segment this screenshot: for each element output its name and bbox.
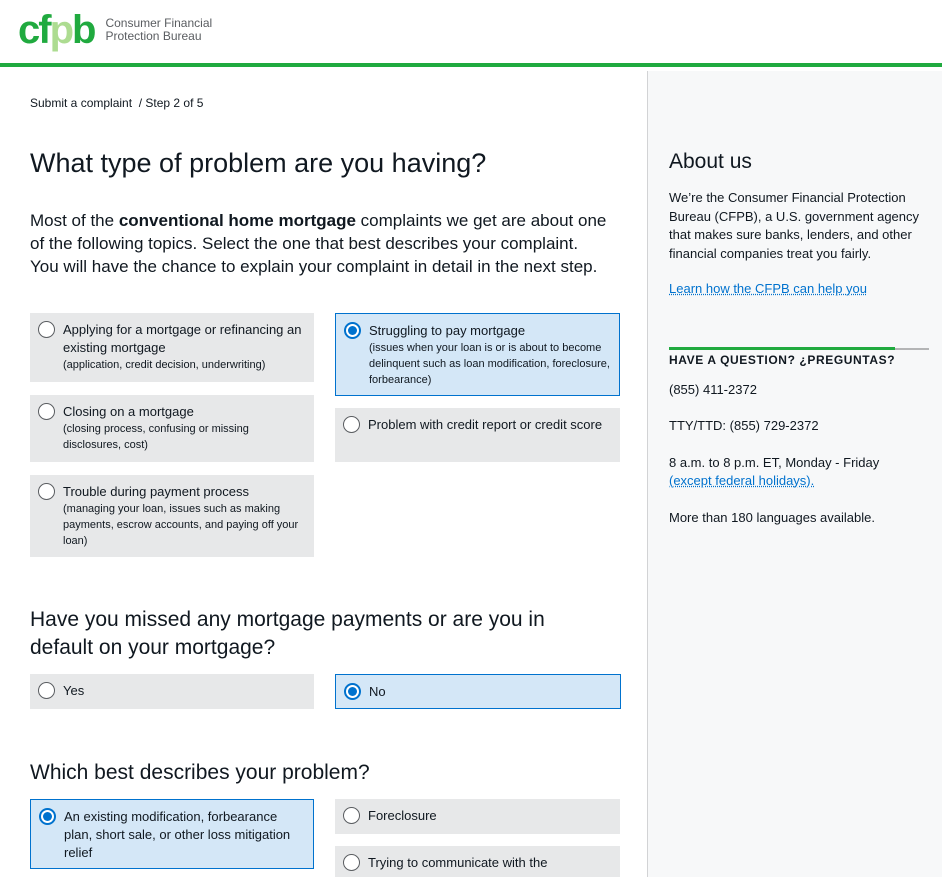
option-label: No xyxy=(369,684,386,699)
radio-button[interactable] xyxy=(343,416,360,433)
languages-text: More than 180 languages available. xyxy=(669,510,875,525)
missed-payments-question: Have you missed any mortgage payments or… xyxy=(30,608,545,659)
problem-option-payment-process[interactable]: Trouble during payment process (managing … xyxy=(30,475,314,557)
radio-button[interactable] xyxy=(38,483,55,500)
describes-problem-question: Which best describes your problem? xyxy=(30,761,370,784)
question-title: HAVE A QUESTION? ¿PREGUNTAS? xyxy=(669,353,896,367)
problem-option-closing[interactable]: Closing on a mortgage (closing process, c… xyxy=(30,395,314,462)
option-help: (closing process, confusing or missing d… xyxy=(63,423,249,451)
option-label: Problem with credit report or credit sco… xyxy=(368,417,603,432)
radio-button[interactable] xyxy=(38,682,55,699)
option-label: Trying to communicate with the xyxy=(368,855,548,870)
option-label: Closing on a mortgage xyxy=(63,404,194,419)
about-us-title: About us xyxy=(669,150,752,173)
option-label: Trouble during payment process xyxy=(63,484,249,499)
option-help: (managing your loan, issues such as maki… xyxy=(63,503,299,547)
radio-button[interactable] xyxy=(38,321,55,338)
radio-button[interactable] xyxy=(344,683,361,700)
option-help: (application, credit decision, underwrit… xyxy=(63,359,266,371)
option-label: Yes xyxy=(63,683,85,698)
page-title: What type of problem are you having? xyxy=(30,148,487,178)
option-label: Struggling to pay mortgage xyxy=(369,323,526,338)
missed-payments-no[interactable]: No xyxy=(335,674,621,709)
learn-how-link[interactable]: Learn how the CFPB can help you xyxy=(669,281,867,296)
radio-button[interactable] xyxy=(38,403,55,420)
intro-text: Most of the conventional home mortgage c… xyxy=(30,211,607,276)
radio-button[interactable] xyxy=(343,807,360,824)
describes-option-communicate[interactable]: Trying to communicate with the xyxy=(335,846,620,877)
problem-option-struggling[interactable]: Struggling to pay mortgage (issues when y… xyxy=(335,313,620,396)
hours-text: 8 a.m. to 8 p.m. ET, Monday - Friday xyxy=(669,455,880,470)
phone-number: (855) 411-2372 xyxy=(669,382,757,397)
tty-number: TTY/TTD: (855) 729-2372 xyxy=(669,418,819,433)
cfpb-logo[interactable]: cfpb Consumer Financial Protection Burea… xyxy=(18,8,213,52)
describes-option-existing-modification[interactable]: An existing modification, forbearance pl… xyxy=(30,799,314,869)
site-header: cfpb Consumer Financial Protection Burea… xyxy=(0,0,942,67)
problem-option-applying[interactable]: Applying for a mortgage or refinancing a… xyxy=(30,313,314,382)
missed-payments-yes[interactable]: Yes xyxy=(30,674,314,709)
about-us-body: We’re the Consumer Financial Protection … xyxy=(669,190,920,261)
describes-option-foreclosure[interactable]: Foreclosure xyxy=(335,799,620,834)
option-label: An existing modification, forbearance pl… xyxy=(64,809,291,860)
option-help: (issues when your loan is or is about to… xyxy=(369,342,610,386)
radio-button[interactable] xyxy=(343,854,360,871)
cfpb-logo-text: Consumer Financial Protection Bureau xyxy=(105,16,213,43)
breadcrumb: Submit a complaint / Step 2 of 5 xyxy=(30,96,204,110)
question-divider xyxy=(669,347,929,350)
radio-button[interactable] xyxy=(39,808,56,825)
cfpb-logo-mark: cfpb xyxy=(18,8,96,52)
federal-holidays-link[interactable]: (except federal holidays). xyxy=(669,472,814,491)
sidebar: About us We’re the Consumer Financial Pr… xyxy=(647,71,942,877)
option-label: Applying for a mortgage or refinancing a… xyxy=(63,322,302,355)
radio-button[interactable] xyxy=(344,322,361,339)
option-label: Foreclosure xyxy=(368,808,437,823)
problem-option-credit-report[interactable]: Problem with credit report or credit sco… xyxy=(335,408,620,462)
